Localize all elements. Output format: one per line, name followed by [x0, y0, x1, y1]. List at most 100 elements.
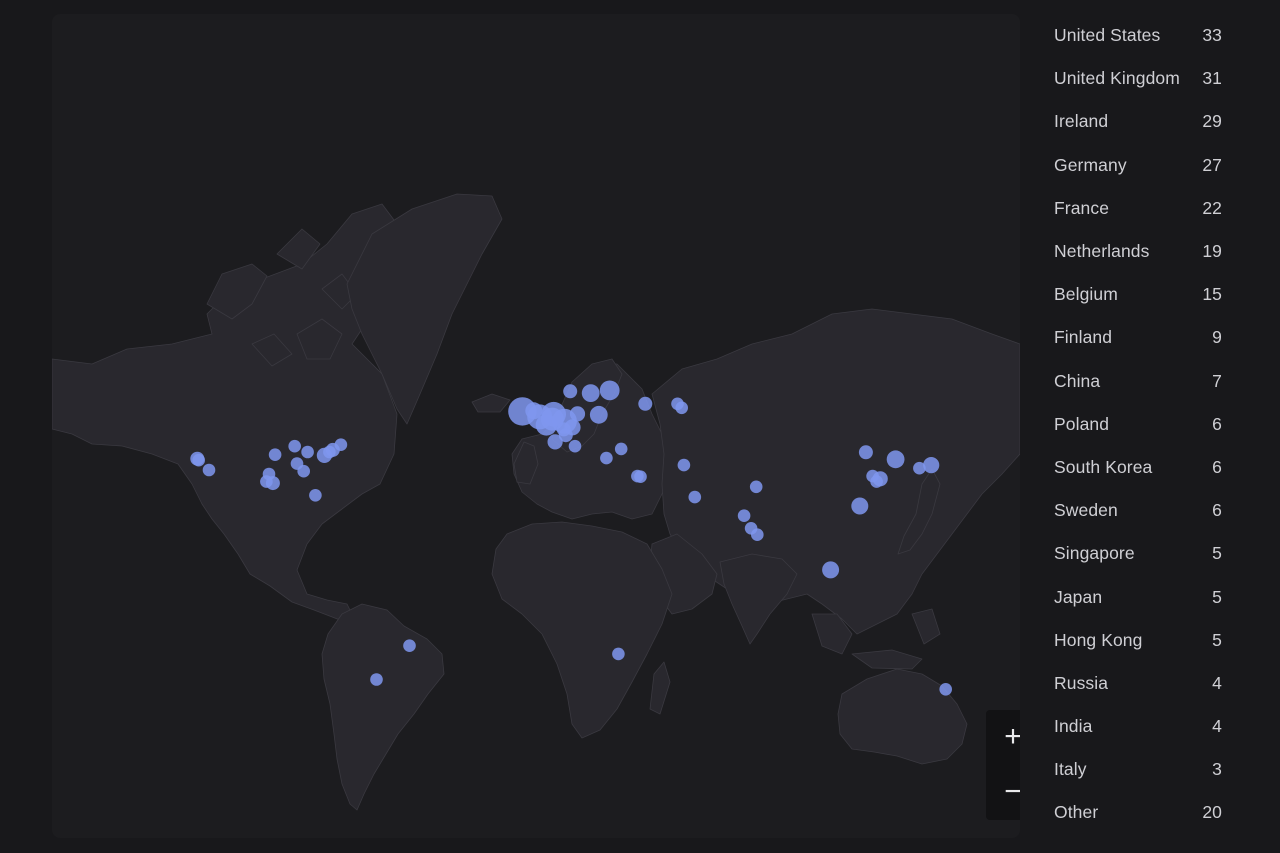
- country-name: United States: [1054, 25, 1161, 46]
- country-row[interactable]: Netherlands 19: [1054, 230, 1222, 273]
- country-row[interactable]: Finland 9: [1054, 316, 1222, 359]
- country-name: Italy: [1054, 759, 1087, 780]
- location-marker[interactable]: [638, 396, 653, 411]
- zoom-in-button[interactable]: +: [986, 710, 1020, 764]
- country-row[interactable]: Other 20: [1054, 791, 1222, 834]
- country-row[interactable]: Hong Kong 5: [1054, 619, 1222, 662]
- country-count: 6: [1212, 413, 1222, 434]
- location-marker[interactable]: [822, 561, 840, 579]
- location-marker[interactable]: [581, 384, 600, 402]
- country-name: Poland: [1054, 413, 1110, 434]
- location-marker[interactable]: [688, 490, 702, 504]
- country-name: South Korea: [1054, 456, 1153, 477]
- country-row[interactable]: Italy 3: [1054, 748, 1222, 791]
- country-name: China: [1054, 370, 1101, 391]
- country-count: 6: [1212, 456, 1222, 477]
- location-marker[interactable]: [858, 445, 873, 460]
- country-count: 31: [1202, 68, 1222, 89]
- country-name: Belgium: [1054, 284, 1118, 305]
- location-marker[interactable]: [334, 438, 348, 452]
- country-count: 5: [1212, 629, 1222, 650]
- country-name: France: [1054, 197, 1110, 218]
- country-count: 5: [1212, 586, 1222, 607]
- location-marker[interactable]: [923, 457, 940, 474]
- location-marker[interactable]: [675, 401, 688, 415]
- country-count: 27: [1202, 154, 1222, 175]
- land-australia: [837, 668, 968, 765]
- location-marker[interactable]: [563, 384, 578, 399]
- zoom-out-button[interactable]: −: [986, 765, 1020, 819]
- location-marker[interactable]: [939, 683, 952, 696]
- country-row[interactable]: United States 33: [1054, 14, 1222, 57]
- location-marker[interactable]: [202, 463, 216, 477]
- location-marker[interactable]: [301, 445, 314, 459]
- country-row[interactable]: Japan 5: [1054, 575, 1222, 618]
- location-marker[interactable]: [265, 476, 280, 491]
- location-marker[interactable]: [599, 380, 620, 401]
- location-marker[interactable]: [558, 428, 573, 443]
- location-marker[interactable]: [749, 480, 763, 494]
- land-south-america: [321, 603, 445, 811]
- country-row[interactable]: India 4: [1054, 705, 1222, 748]
- country-name: Singapore: [1054, 543, 1135, 564]
- country-count: 5: [1212, 543, 1222, 564]
- location-marker[interactable]: [192, 453, 205, 467]
- location-marker[interactable]: [866, 469, 879, 483]
- location-marker[interactable]: [568, 439, 582, 453]
- country-row[interactable]: Russia 4: [1054, 662, 1222, 705]
- country-name: Finland: [1054, 327, 1113, 348]
- country-row[interactable]: China 7: [1054, 360, 1222, 403]
- country-row[interactable]: Sweden 6: [1054, 489, 1222, 532]
- location-marker[interactable]: [297, 464, 310, 478]
- land-layer: [52, 193, 1020, 811]
- country-row[interactable]: Poland 6: [1054, 403, 1222, 446]
- country-count: 9: [1212, 327, 1222, 348]
- country-row[interactable]: Singapore 5: [1054, 532, 1222, 575]
- location-marker[interactable]: [737, 509, 751, 522]
- location-marker[interactable]: [612, 647, 625, 661]
- country-name: United Kingdom: [1054, 68, 1180, 89]
- country-count: 19: [1202, 241, 1222, 262]
- location-marker[interactable]: [600, 451, 613, 465]
- country-name: Sweden: [1054, 500, 1118, 521]
- country-count: 4: [1212, 716, 1222, 737]
- location-marker[interactable]: [751, 528, 764, 541]
- location-marker[interactable]: [886, 450, 905, 469]
- country-count: 4: [1212, 672, 1222, 693]
- country-row[interactable]: Belgium 15: [1054, 273, 1222, 316]
- country-count: 20: [1202, 802, 1222, 823]
- land-iceland: [471, 393, 511, 413]
- land-north-america: [52, 203, 398, 621]
- zoom-controls: + −: [986, 710, 1020, 820]
- country-count: 22: [1202, 197, 1222, 218]
- country-count: 33: [1202, 25, 1222, 46]
- country-row[interactable]: United Kingdom 31: [1054, 57, 1222, 100]
- location-marker[interactable]: [634, 470, 647, 484]
- world-map-panel[interactable]: + −: [52, 14, 1020, 838]
- country-name: Russia: [1054, 672, 1109, 693]
- world-map[interactable]: [52, 14, 1020, 838]
- location-marker[interactable]: [403, 639, 416, 652]
- country-row[interactable]: South Korea 6: [1054, 446, 1222, 489]
- location-marker[interactable]: [370, 673, 383, 686]
- country-count: 3: [1212, 759, 1222, 780]
- location-marker[interactable]: [614, 442, 628, 456]
- country-count: 7: [1212, 370, 1222, 391]
- location-marker[interactable]: [677, 458, 691, 472]
- location-marker[interactable]: [268, 448, 282, 462]
- location-marker[interactable]: [288, 439, 301, 453]
- country-name: Netherlands: [1054, 241, 1150, 262]
- land-madagascar: [649, 661, 671, 715]
- country-count: 15: [1202, 284, 1222, 305]
- country-row[interactable]: Ireland 29: [1054, 100, 1222, 143]
- country-row[interactable]: France 22: [1054, 187, 1222, 230]
- location-marker[interactable]: [589, 405, 608, 424]
- country-list: United States 33 United Kingdom 31 Ireland 29…: [1054, 14, 1222, 835]
- country-name: Germany: [1054, 154, 1127, 175]
- country-row[interactable]: Germany 27: [1054, 144, 1222, 187]
- location-marker[interactable]: [851, 497, 869, 515]
- land-africa: [491, 521, 673, 739]
- country-name: Hong Kong: [1054, 629, 1143, 650]
- location-marker[interactable]: [569, 406, 586, 422]
- location-marker[interactable]: [309, 489, 322, 502]
